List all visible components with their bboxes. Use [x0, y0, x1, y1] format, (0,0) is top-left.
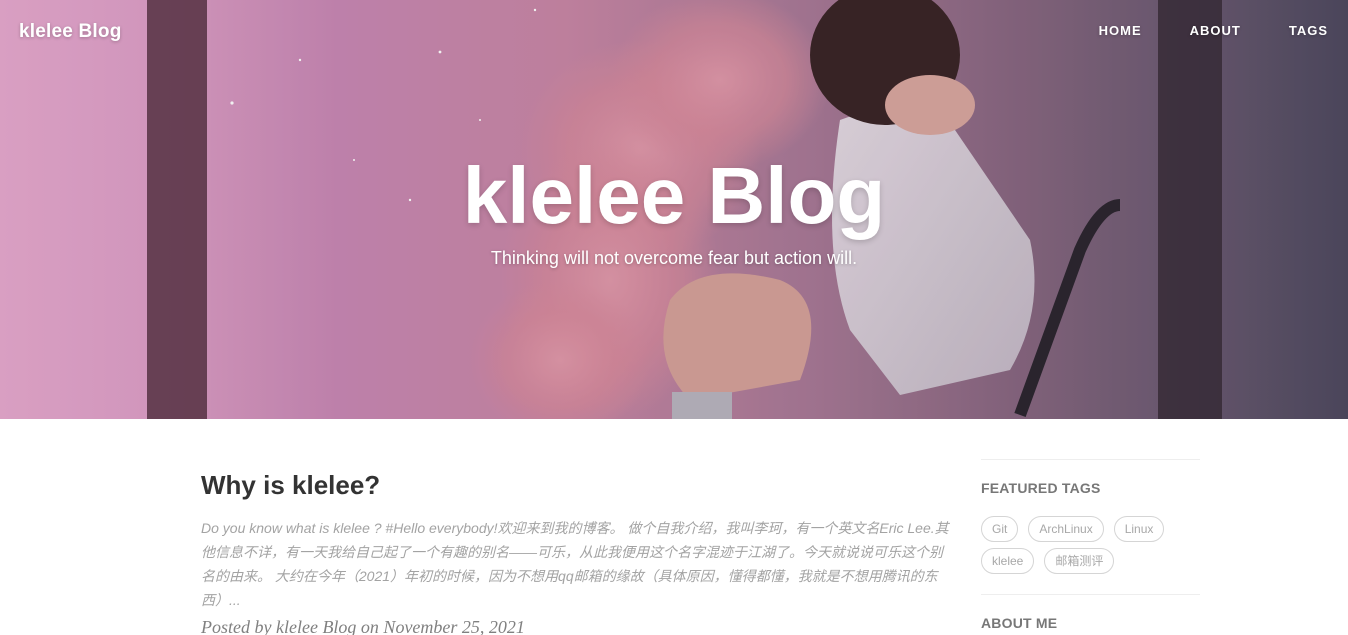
about-me-heading: ABOUT ME: [981, 615, 1058, 631]
hero-subtitle: Thinking will not overcome fear but acti…: [490, 248, 858, 268]
hero-banner: klelee Blog HOME ABOUT TAGS klelee Blog …: [0, 0, 1348, 419]
post-excerpt[interactable]: Do you know what is klelee ? #Hello ever…: [201, 516, 951, 612]
tag-git[interactable]: Git: [981, 516, 1019, 542]
nav-link-about[interactable]: ABOUT: [1190, 23, 1241, 38]
tag-archlinux[interactable]: ArchLinux: [1028, 516, 1104, 542]
nav-brand-link[interactable]: klelee Blog: [19, 21, 122, 43]
tag-email-review[interactable]: 邮箱测评: [1044, 548, 1115, 574]
featured-tags-heading: FEATURED TAGS: [981, 480, 1101, 496]
nav-link-tags[interactable]: TAGS: [1289, 23, 1328, 38]
sidebar-divider: [981, 594, 1200, 595]
post-meta: Posted by klelee Blog on November 25, 20…: [201, 617, 525, 635]
featured-tags-list: Git ArchLinux Linux klelee 邮箱测评: [981, 516, 1200, 574]
sidebar-divider: [981, 459, 1200, 460]
tag-linux[interactable]: Linux: [1113, 516, 1165, 542]
sidebar: FEATURED TAGS Git ArchLinux Linux klelee…: [981, 459, 1200, 635]
hero-title: klelee Blog: [462, 151, 886, 240]
nav-link-home[interactable]: HOME: [1099, 23, 1142, 38]
post-title-link[interactable]: Why is klelee?: [201, 468, 951, 502]
nav-links: HOME ABOUT TAGS: [1051, 23, 1328, 38]
tag-klelee[interactable]: klelee: [981, 548, 1035, 574]
post-preview: Why is klelee? Do you know what is klele…: [201, 468, 951, 635]
